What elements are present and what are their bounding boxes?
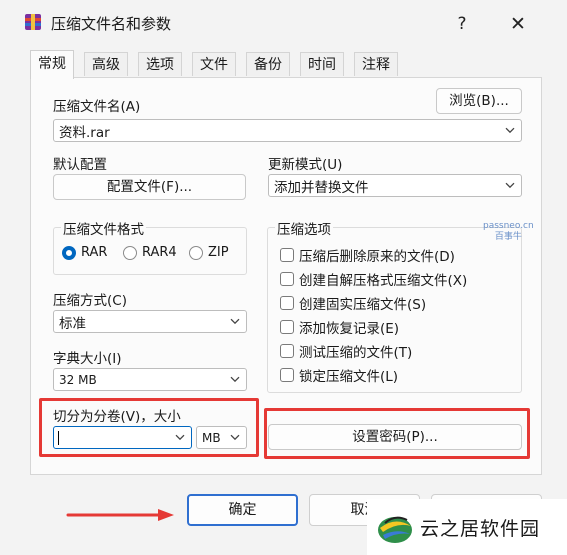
checkbox-label: 创建固实压缩文件(S)	[299, 297, 427, 313]
radio-rar4[interactable]: RAR4	[123, 245, 177, 260]
radio-dot	[62, 245, 76, 260]
dictionary-size-label: 字典大小(I)	[53, 351, 122, 367]
radio-zip[interactable]: ZIP	[189, 245, 229, 260]
browse-button[interactable]: 浏览(B)...	[436, 88, 522, 114]
tab-advanced[interactable]: 高级	[84, 52, 128, 76]
archive-options-label: 压缩选项	[275, 218, 333, 238]
checkbox-label: 创建自解压格式压缩文件(X)	[299, 273, 468, 289]
checkbox-label: 压缩后删除原来的文件(D)	[299, 249, 455, 265]
compression-method-value: 标准	[59, 315, 86, 332]
tab-general[interactable]: 常规	[30, 50, 74, 79]
update-mode-label: 更新模式(U)	[268, 157, 343, 173]
watermark-passneo: passneo.cn 百事牛	[483, 221, 534, 243]
checkbox-label: 锁定压缩文件(L)	[299, 369, 399, 385]
archive-name-label: 压缩文件名(A)	[53, 99, 141, 115]
archive-format-label: 压缩文件格式	[61, 218, 146, 238]
dictionary-size-value: 32 MB	[59, 372, 97, 387]
winrar-icon	[25, 14, 41, 30]
title-bar: 压缩文件名和参数 ? ✕	[0, 0, 567, 44]
radio-rar[interactable]: RAR	[62, 245, 107, 260]
help-icon[interactable]: ?	[450, 12, 474, 36]
radio-zip-label: ZIP	[208, 245, 229, 260]
compression-method-select[interactable]: 标准	[53, 310, 247, 333]
arrow-right-icon	[66, 509, 174, 521]
checkbox-label: 添加恢复记录(E)	[299, 321, 400, 337]
tab-files[interactable]: 文件	[192, 52, 236, 76]
tab-options[interactable]: 选项	[138, 52, 182, 76]
checkbox-sfx[interactable]: 创建自解压格式压缩文件(X)	[280, 269, 467, 289]
radio-rar4-label: RAR4	[142, 245, 177, 260]
radio-dot	[189, 245, 203, 260]
checkbox-box	[280, 272, 294, 286]
tab-time[interactable]: 时间	[300, 52, 344, 76]
checkbox-box	[280, 344, 294, 358]
checkbox-box	[280, 320, 294, 334]
dictionary-size-select[interactable]: 32 MB	[53, 368, 247, 391]
tab-backup[interactable]: 备份	[246, 52, 290, 76]
chevron-down-icon	[505, 127, 515, 133]
close-icon[interactable]: ✕	[506, 12, 530, 36]
watermark-site: passneo.cn	[483, 221, 534, 231]
checkbox-delete-after[interactable]: 压缩后删除原来的文件(D)	[280, 245, 455, 265]
checkbox-solid[interactable]: 创建固实压缩文件(S)	[280, 293, 426, 313]
default-profile-label: 默认配置	[53, 157, 107, 173]
update-mode-value: 添加并替换文件	[274, 179, 369, 196]
archive-name-value: 资料.rar	[59, 124, 110, 141]
chevron-down-icon	[230, 318, 240, 324]
radio-rar-label: RAR	[81, 245, 108, 260]
chevron-down-icon	[505, 182, 515, 188]
checkbox-lock[interactable]: 锁定压缩文件(L)	[280, 365, 398, 385]
tab-comment[interactable]: 注释	[354, 52, 398, 76]
checkbox-recovery[interactable]: 添加恢复记录(E)	[280, 317, 399, 337]
dialog-window: 压缩文件名和参数 ? ✕ 常规 高级 选项 文件 备份 时间 注释 压缩文件名(…	[0, 0, 567, 555]
watermark-badge-text: 云之居软件园	[420, 518, 541, 540]
window-title: 压缩文件名和参数	[51, 15, 172, 33]
site-logo-icon	[378, 516, 412, 543]
watermark-badge: 云之居软件园	[367, 499, 567, 555]
ok-button[interactable]: 确定	[187, 494, 298, 526]
highlight-split-volumes	[39, 398, 259, 457]
highlight-set-password	[264, 408, 530, 459]
checkbox-box	[280, 248, 294, 262]
watermark-site-sub: 百事牛	[494, 232, 522, 242]
checkbox-test[interactable]: 测试压缩的文件(T)	[280, 341, 412, 361]
chevron-down-icon	[230, 376, 240, 382]
update-mode-select[interactable]: 添加并替换文件	[268, 174, 522, 197]
checkbox-box	[280, 368, 294, 382]
archive-name-combo[interactable]: 资料.rar	[53, 119, 522, 142]
radio-dot	[123, 245, 137, 260]
compression-method-label: 压缩方式(C)	[53, 293, 127, 309]
checkbox-label: 测试压缩的文件(T)	[299, 345, 413, 361]
checkbox-box	[280, 296, 294, 310]
profiles-button[interactable]: 配置文件(F)...	[53, 174, 246, 200]
